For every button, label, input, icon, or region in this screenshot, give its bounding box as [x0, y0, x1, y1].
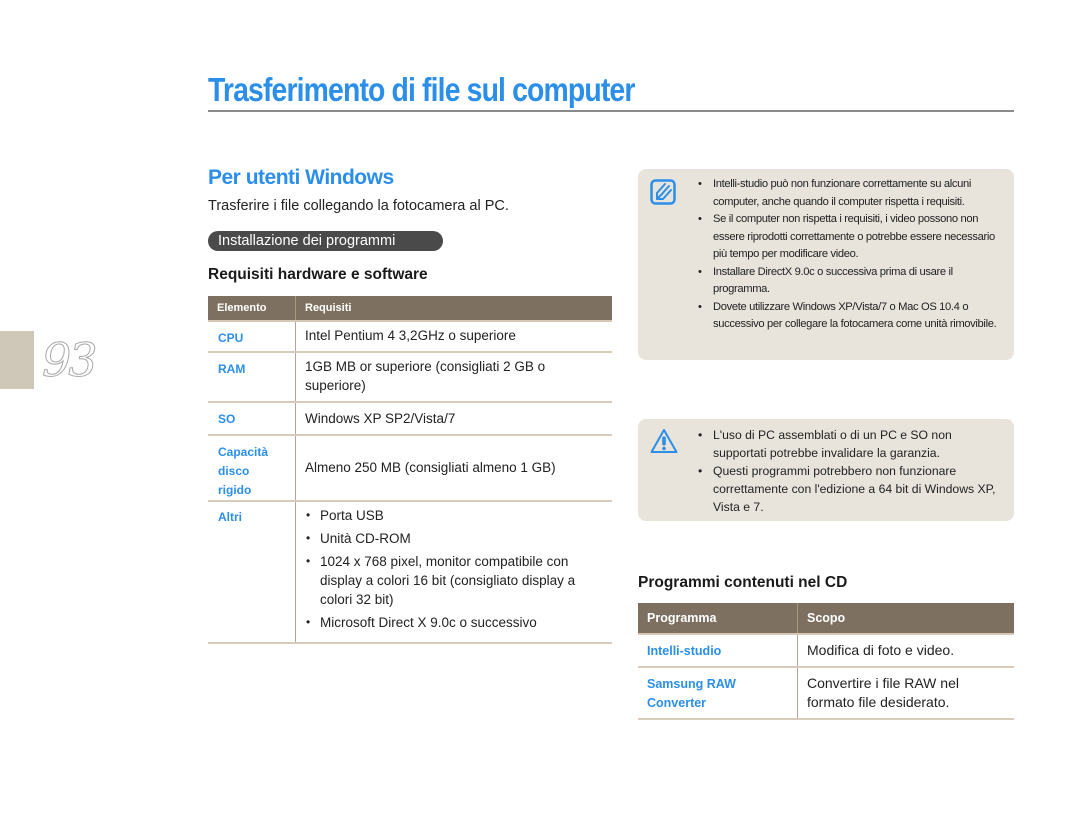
table-row: Samsung RAW Converter Convertire i file … [638, 667, 1014, 720]
table-row: RAM 1GB MB or superiore (consigliati 2 G… [208, 352, 612, 403]
program-name-line: Samsung RAW [647, 677, 736, 691]
row-item-line: Capacità [218, 445, 269, 459]
column-header-program: Programma [638, 603, 798, 635]
note-item: Se il computer non rispetta i requisiti,… [698, 211, 1004, 264]
page-title: Trasferimento di file sul computer [208, 71, 635, 108]
program-name-line: Intelli-studio [647, 644, 722, 658]
table-row: Altri Porta USB Unità CD-ROM 1024 x 768 … [208, 501, 612, 644]
program-purpose: Convertire i file RAW nel formato file d… [797, 667, 1014, 720]
list-item: Microsoft Direct X 9.0c o successivo [305, 613, 604, 632]
title-divider [208, 110, 1014, 112]
section-title: Per utenti Windows [208, 166, 394, 189]
row-item: CPU [208, 321, 296, 353]
row-item: RAM [208, 352, 296, 403]
row-value: Windows XP SP2/Vista/7 [295, 402, 612, 436]
row-item-line: rigido [218, 483, 252, 497]
note-item: Installare DirectX 9.0c o successiva pri… [698, 264, 1004, 299]
warning-triangle-icon [650, 428, 678, 454]
warning-item: L'uso di PC assemblati o di un PC e SO n… [698, 426, 1004, 462]
table-row: SO Windows XP SP2/Vista/7 [208, 402, 612, 436]
table-row: Capacità disco rigido Almeno 250 MB (con… [208, 435, 612, 502]
column-header-requirements: Requisiti [295, 296, 612, 322]
table-row: CPU Intel Pentium 4 3,2GHz o superiore [208, 321, 612, 353]
note-item: Dovete utilizzare Windows XP/Vista/7 o M… [698, 299, 1004, 334]
installation-pill-label: Installazione dei programmi [208, 231, 443, 251]
table-header-row: Elemento Requisiti [208, 296, 612, 322]
row-item: Capacità disco rigido [208, 435, 296, 502]
list-item: Porta USB [305, 506, 604, 525]
row-value: Intel Pentium 4 3,2GHz o superiore [295, 321, 612, 353]
other-requirements-list: Porta USB Unità CD-ROM 1024 x 768 pixel,… [305, 506, 604, 632]
programs-table: Programma Scopo Intelli-studio Modifica … [638, 603, 1014, 720]
program-name: Samsung RAW Converter [638, 667, 798, 720]
requirements-heading: Requisiti hardware e software [208, 266, 428, 283]
intro-text: Trasferire i file collegando la fotocame… [208, 198, 509, 214]
row-item-line: disco [218, 464, 250, 478]
program-name: Intelli-studio [638, 634, 798, 668]
program-purpose: Modifica di foto e video. [797, 634, 1014, 668]
row-item: Altri [208, 501, 296, 644]
table-header-row: Programma Scopo [638, 603, 1014, 635]
warning-list: L'uso di PC assemblati o di un PC e SO n… [698, 426, 1004, 516]
page-number: 93 [42, 333, 99, 388]
row-value: Porta USB Unità CD-ROM 1024 x 768 pixel,… [295, 501, 612, 644]
row-value: Almeno 250 MB (consigliati almeno 1 GB) [295, 435, 612, 502]
table-row: Intelli-studio Modifica di foto e video. [638, 634, 1014, 668]
list-item: Unità CD-ROM [305, 529, 604, 548]
note-pencil-icon [650, 179, 676, 205]
row-value: 1GB MB or superiore (consigliati 2 GB o … [295, 352, 612, 403]
note-box: Intelli-studio può non funzionare corret… [638, 169, 1014, 360]
warning-box: L'uso di PC assemblati o di un PC e SO n… [638, 419, 1014, 521]
list-item: 1024 x 768 pixel, monitor compatibile co… [305, 552, 604, 609]
warning-item: Questi programmi potrebbero non funziona… [698, 462, 1004, 516]
note-list: Intelli-studio può non funzionare corret… [698, 176, 1004, 334]
programs-heading: Programmi contenuti nel CD [638, 574, 848, 591]
note-item: Intelli-studio può non funzionare corret… [698, 176, 1004, 211]
requirements-table: Elemento Requisiti CPU Intel Pentium 4 3… [208, 296, 612, 644]
row-item: SO [208, 402, 296, 436]
column-header-purpose: Scopo [797, 603, 1014, 635]
page-side-tab [0, 331, 34, 389]
column-header-item: Elemento [208, 296, 296, 322]
program-name-line: Converter [647, 696, 707, 710]
